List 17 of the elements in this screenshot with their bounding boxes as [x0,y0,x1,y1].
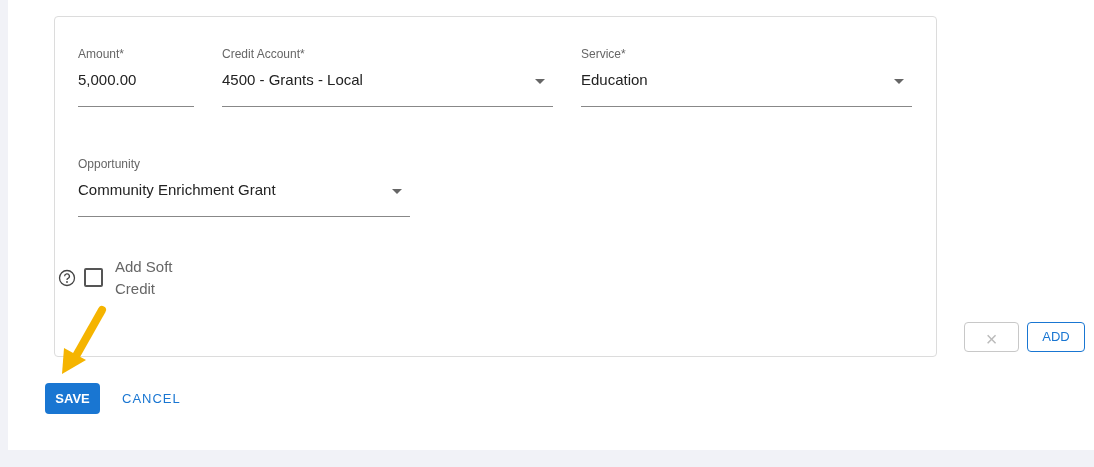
add-button[interactable]: ADD [1027,322,1085,352]
caret-icon [392,189,402,194]
cancel-button[interactable]: CANCEL [116,387,187,410]
caret-icon [535,79,545,84]
field-label: Service* [581,46,627,63]
field-label: Opportunity [78,156,142,173]
dropdown-field[interactable]: Service* Education [581,45,912,107]
save-button[interactable]: SAVE [45,383,100,414]
checkbox[interactable] [84,268,103,287]
help-icon[interactable] [58,269,76,287]
dropdown-field[interactable]: Credit Account* 4500 - Grants - Local [222,45,553,107]
caret-icon [894,79,904,84]
dropdown-field[interactable]: Opportunity Community Enrichment Grant [78,155,410,217]
field-label: Credit Account* [222,46,306,63]
field-label: Amount* [78,46,126,63]
input-field[interactable]: Amount* 5,000.00 [78,45,194,107]
checkbox-label: Add Soft Credit [115,257,174,299]
